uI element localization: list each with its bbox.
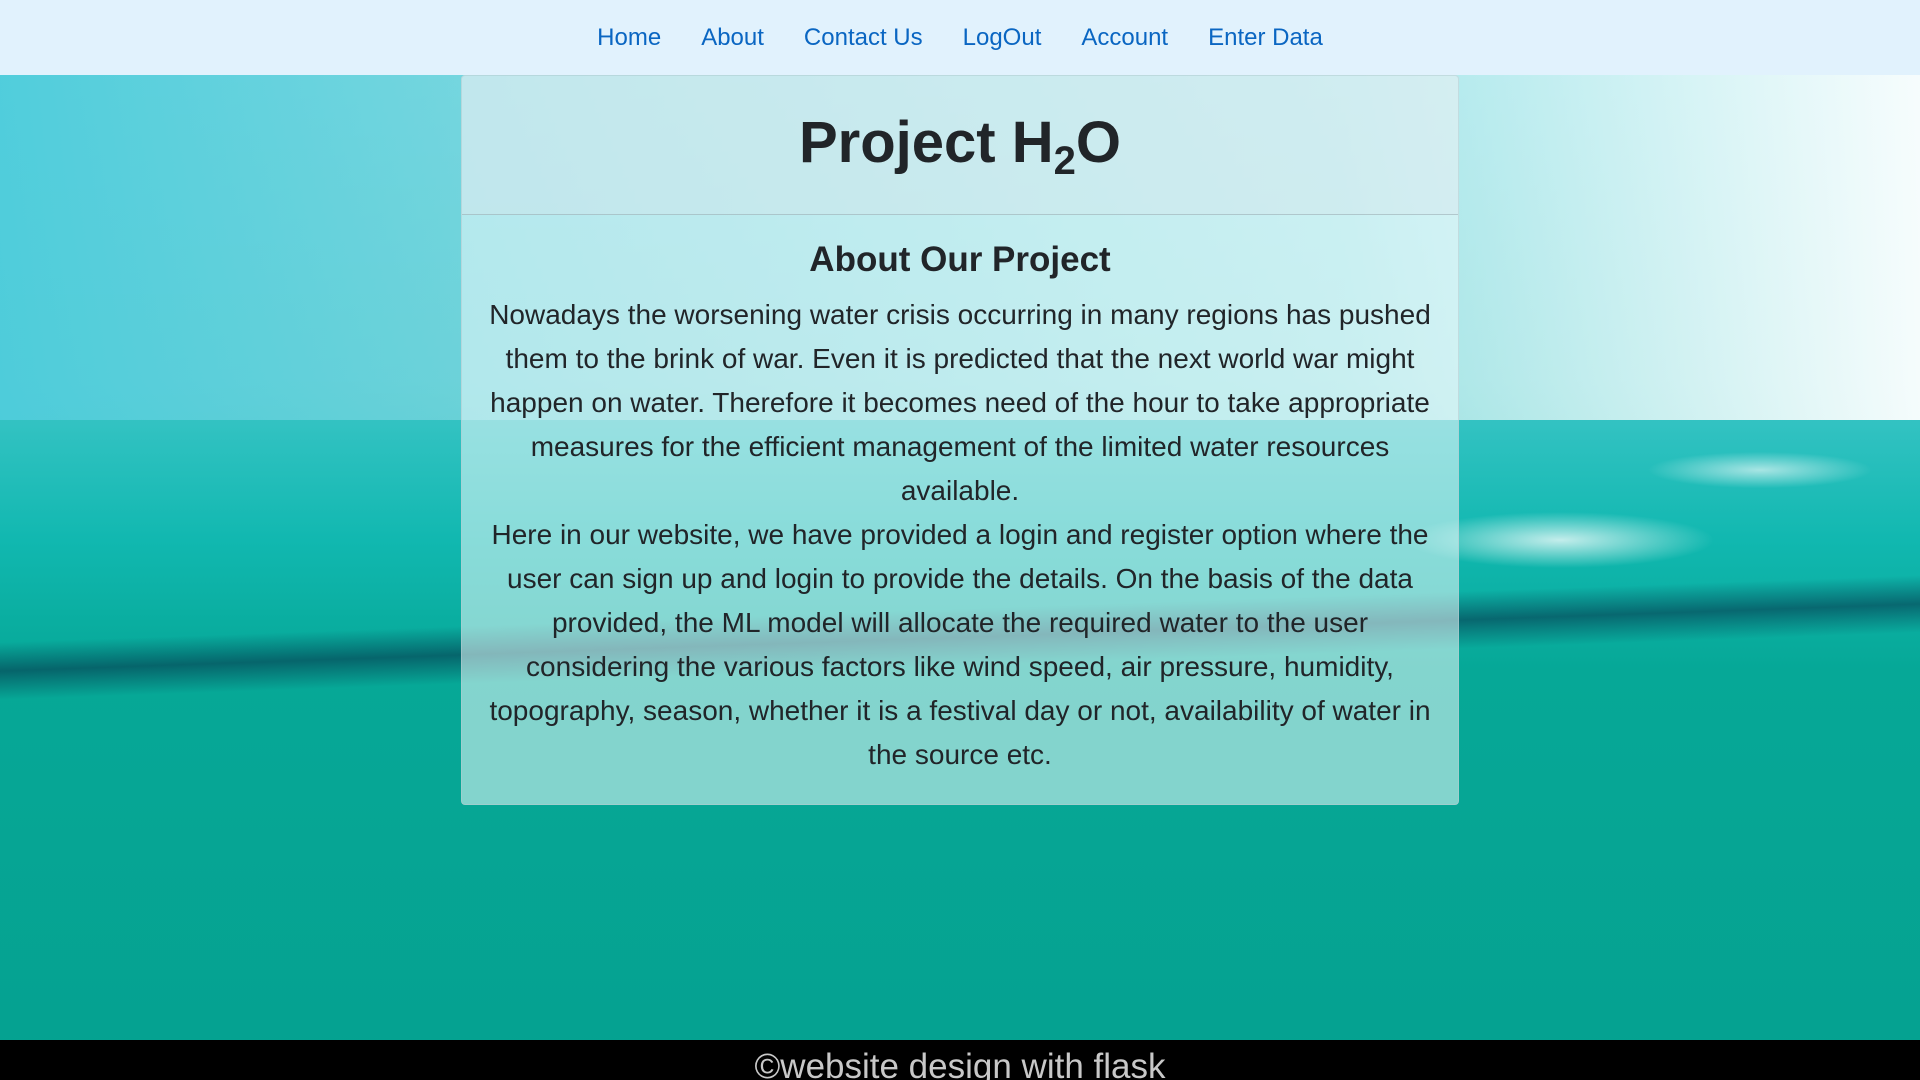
nav-contact-us-link[interactable]: Contact Us: [784, 0, 943, 75]
nav-account-link[interactable]: Account: [1061, 0, 1188, 75]
card-header: Project H2O: [462, 76, 1458, 215]
card-body: About Our Project Nowadays the worsening…: [462, 215, 1458, 777]
nav-home-link[interactable]: Home: [577, 0, 681, 75]
nav-logout-link[interactable]: LogOut: [943, 0, 1062, 75]
top-navbar: Home About Contact Us LogOut Account Ent…: [0, 0, 1920, 75]
title-suffix: O: [1075, 109, 1121, 175]
about-paragraph-2: Here in our website, we have provided a …: [489, 519, 1431, 770]
footer: ©website design with flask: [0, 1040, 1920, 1080]
footer-copyright: ©website design with flask: [754, 1047, 1166, 1080]
nav-enter-data-link[interactable]: Enter Data: [1188, 0, 1343, 75]
title-subscript: 2: [1053, 138, 1076, 183]
page-title: Project H2O: [799, 109, 1121, 182]
about-card: Project H2O About Our Project Nowadays t…: [461, 75, 1459, 805]
nav-about-link[interactable]: About: [681, 0, 784, 75]
about-paragraph-1: Nowadays the worsening water crisis occu…: [489, 299, 1431, 506]
title-prefix: Project H: [798, 109, 1054, 175]
section-heading: About Our Project: [809, 240, 1111, 279]
